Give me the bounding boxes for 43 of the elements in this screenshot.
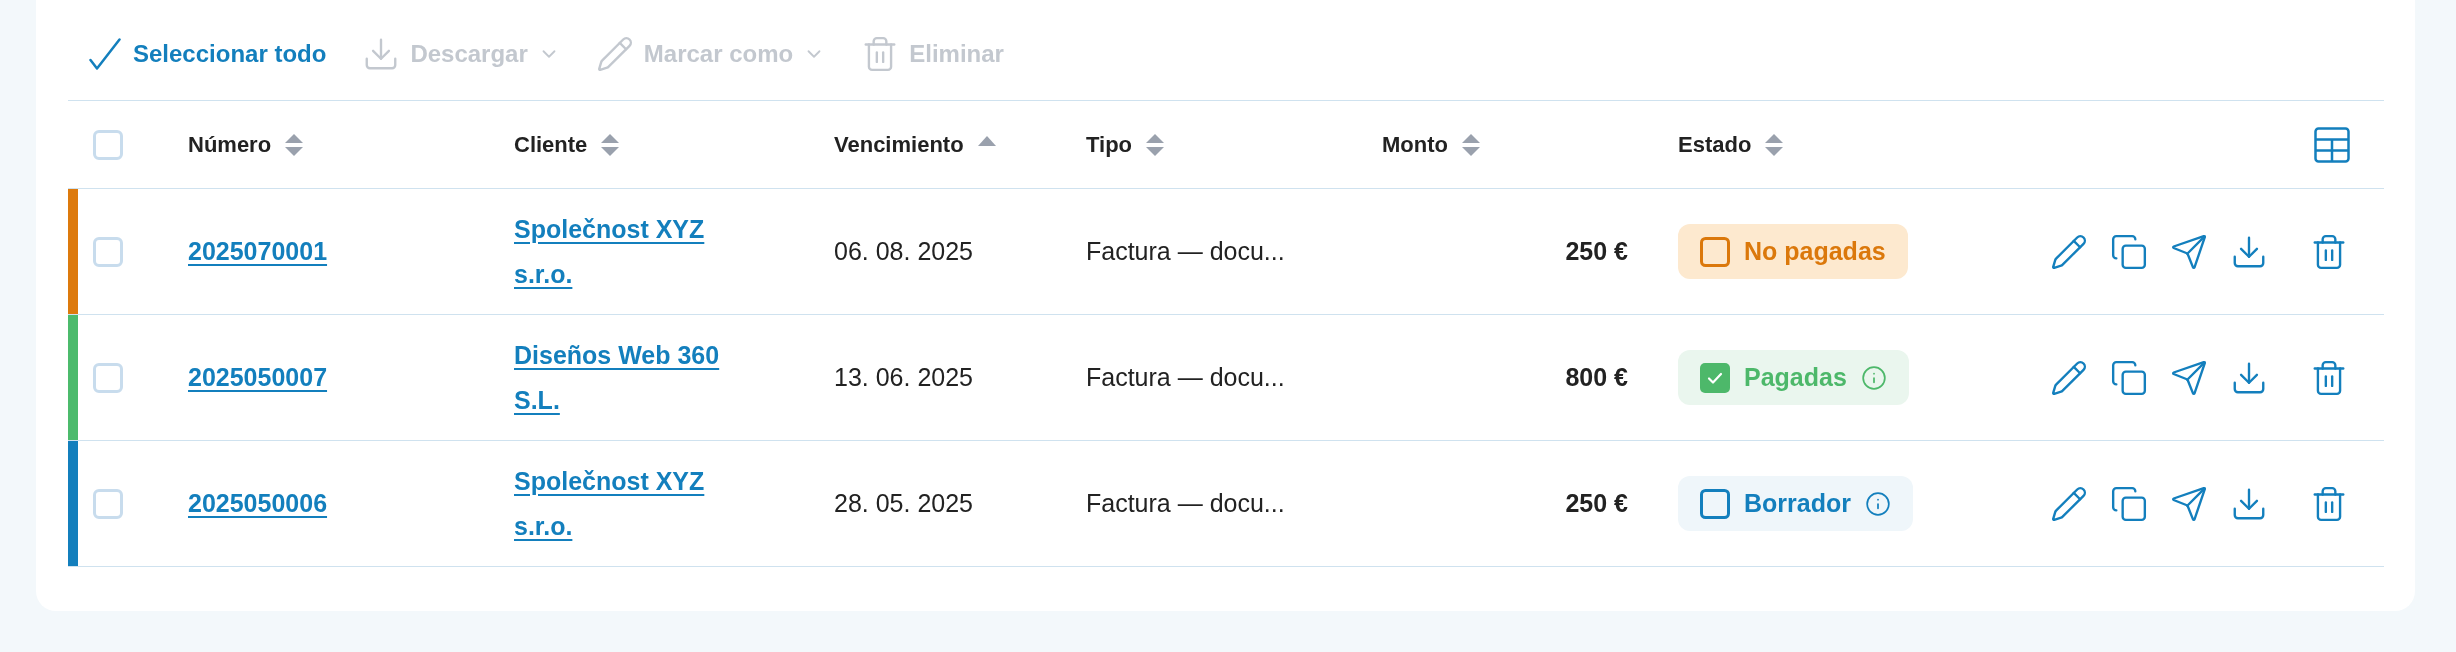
document-type: Factura — docu... [1086, 361, 1285, 393]
copy-icon[interactable] [2110, 232, 2148, 271]
invoice-number-link[interactable]: 2025070001 [188, 232, 328, 271]
column-header[interactable]: Vencimiento [834, 128, 996, 161]
column-header[interactable]: Cliente [514, 128, 620, 161]
select-all-checkbox[interactable] [93, 129, 123, 160]
due-date: 13. 06. 2025 [834, 361, 973, 393]
select-all-button[interactable]: Seleccionar todo [89, 36, 327, 72]
info-icon[interactable] [1864, 490, 1891, 517]
row-checkbox[interactable] [93, 362, 123, 393]
document-type: Factura — docu... [1086, 487, 1285, 519]
client-link[interactable]: Společnost XYZ s.r.o. [514, 458, 729, 549]
amount: 250 € [1565, 487, 1628, 519]
invoice-number-link[interactable]: 2025050006 [188, 484, 328, 523]
due-date: 28. 05. 2025 [834, 487, 973, 519]
column-header[interactable]: Monto [1382, 128, 1480, 161]
column-header[interactable]: Estado [1678, 128, 1784, 161]
column-header[interactable]: Número [188, 128, 304, 161]
row-checkbox[interactable] [93, 488, 123, 519]
copy-icon[interactable] [2110, 358, 2148, 397]
status-label: Pagadas [1744, 361, 1847, 393]
table-layout-icon[interactable] [2314, 126, 2350, 163]
amount: 250 € [1565, 235, 1628, 267]
status-label: No pagadas [1744, 235, 1886, 267]
invoice-number-link[interactable]: 2025050007 [188, 358, 328, 397]
document-type: Factura — docu... [1086, 235, 1285, 267]
edit-icon[interactable] [2050, 232, 2088, 271]
send-icon[interactable] [2170, 484, 2208, 523]
copy-icon[interactable] [2110, 484, 2148, 523]
status-label: Borrador [1744, 487, 1851, 519]
edit-icon[interactable] [2050, 358, 2088, 397]
due-date: 06. 08. 2025 [834, 235, 973, 267]
edit-icon[interactable] [2050, 484, 2088, 523]
info-icon[interactable] [1860, 364, 1887, 391]
client-link[interactable]: Společnost XYZ s.r.o. [514, 206, 729, 297]
row-checkbox[interactable] [93, 236, 123, 267]
send-icon[interactable] [2170, 232, 2208, 271]
check-icon [89, 38, 121, 70]
column-header[interactable]: Tipo [1086, 128, 1165, 161]
send-icon[interactable] [2170, 358, 2208, 397]
pencil-icon [595, 35, 634, 73]
amount: 800 € [1565, 361, 1628, 393]
client-link[interactable]: Diseños Web 360 S.L. [514, 332, 729, 423]
